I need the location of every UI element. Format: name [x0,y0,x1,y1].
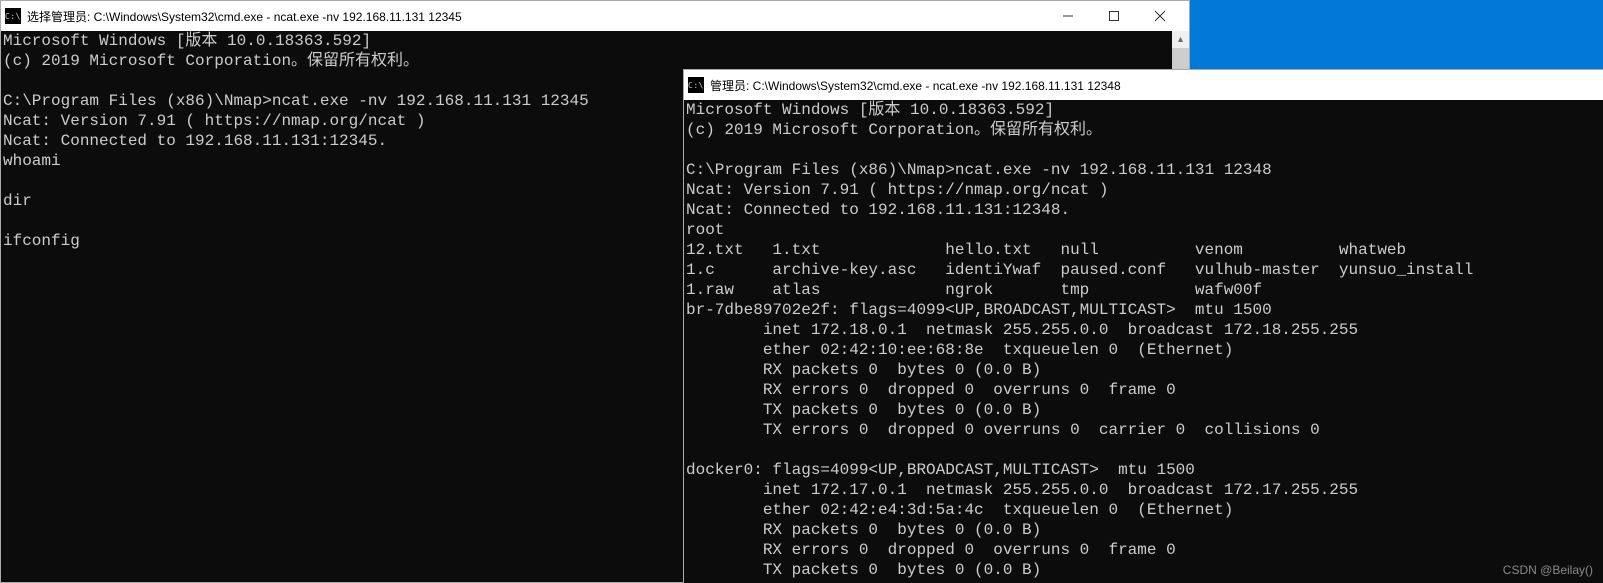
terminal-output-2[interactable]: Microsoft Windows [版本 10.0.18363.592] (c… [684,100,1603,583]
cmd-icon: C:\ [688,77,704,93]
window-controls-1 [1045,1,1183,31]
close-button[interactable] [1137,1,1183,31]
watermark: CSDN @Beilay() [1503,563,1593,577]
scroll-up-icon[interactable]: ▴ [1172,31,1189,48]
titlebar-2[interactable]: C:\ 管理员: C:\Windows\System32\cmd.exe - n… [684,70,1603,100]
window-title-2: 管理员: C:\Windows\System32\cmd.exe - ncat.… [710,77,1121,94]
cmd-icon: C:\ [5,8,21,24]
titlebar-1[interactable]: C:\ 选择管理员: C:\Windows\System32\cmd.exe -… [1,1,1189,31]
cmd-window-2: C:\ 管理员: C:\Windows\System32\cmd.exe - n… [683,69,1603,583]
minimize-button[interactable] [1045,1,1091,31]
window-title-1: 选择管理员: C:\Windows\System32\cmd.exe - nca… [27,8,462,25]
maximize-button[interactable] [1091,1,1137,31]
